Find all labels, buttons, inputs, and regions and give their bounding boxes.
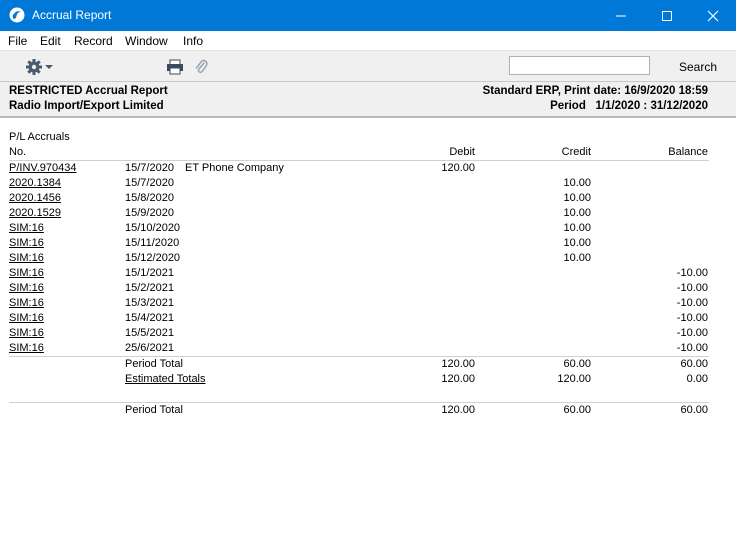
row-balance: -10.00 bbox=[676, 327, 708, 339]
row-number-link[interactable]: SIM:16 bbox=[9, 342, 44, 354]
row-date: 15/10/2020 bbox=[125, 222, 181, 234]
row-number-link[interactable]: 2020.1529 bbox=[9, 207, 61, 219]
period-total-credit: 60.00 bbox=[563, 358, 591, 370]
row-credit: 10.00 bbox=[563, 222, 591, 234]
row-date: 15/1/2021 bbox=[125, 267, 174, 279]
row-credit: 10.00 bbox=[563, 192, 591, 204]
period-total-debit: 120.00 bbox=[441, 358, 475, 370]
menu-edit[interactable]: Edit bbox=[40, 34, 61, 48]
company-name: Radio Import/Export Limited bbox=[9, 100, 164, 112]
print-info: Standard ERP, Print date: 16/9/2020 18:5… bbox=[482, 85, 708, 97]
period-label: Period bbox=[550, 100, 586, 112]
row-credit: 10.00 bbox=[563, 237, 591, 249]
subtotal-divider bbox=[9, 356, 709, 357]
close-icon bbox=[707, 10, 719, 22]
total-divider bbox=[9, 402, 709, 403]
report-title: RESTRICTED Accrual Report bbox=[9, 85, 168, 97]
grand-total-debit: 120.00 bbox=[441, 404, 475, 416]
toolbar: Search bbox=[0, 51, 736, 82]
row-balance: -10.00 bbox=[676, 282, 708, 294]
row-number-link[interactable]: SIM:16 bbox=[9, 267, 44, 279]
row-date: 15/7/2020 bbox=[125, 162, 174, 174]
gear-icon bbox=[26, 59, 53, 75]
minimize-button[interactable] bbox=[598, 0, 644, 31]
estimated-totals-balance: 0.00 bbox=[686, 373, 708, 385]
minimize-icon bbox=[616, 15, 626, 17]
row-date: 15/3/2021 bbox=[125, 297, 174, 309]
menu-bar: File Edit Record Window Info bbox=[0, 31, 736, 51]
grand-total-label: Period Total bbox=[125, 404, 183, 416]
row-debit: 120.00 bbox=[441, 162, 475, 174]
search-input[interactable] bbox=[509, 56, 650, 75]
column-header-debit: Debit bbox=[449, 146, 475, 158]
menu-info[interactable]: Info bbox=[183, 34, 203, 48]
row-date: 15/8/2020 bbox=[125, 192, 174, 204]
attach-button[interactable] bbox=[194, 58, 208, 79]
row-date: 15/5/2021 bbox=[125, 327, 174, 339]
row-number-link[interactable]: SIM:16 bbox=[9, 312, 44, 324]
row-date: 15/7/2020 bbox=[125, 177, 174, 189]
column-header-credit: Credit bbox=[561, 146, 591, 158]
row-number-link[interactable]: SIM:16 bbox=[9, 297, 44, 309]
settings-menu-button[interactable] bbox=[25, 58, 55, 79]
search-button[interactable]: Search bbox=[679, 60, 717, 74]
window-titlebar[interactable]: Accrual Report bbox=[0, 0, 736, 31]
row-balance: -10.00 bbox=[676, 267, 708, 279]
row-credit: 10.00 bbox=[563, 207, 591, 219]
row-credit: 10.00 bbox=[563, 177, 591, 189]
printer-icon bbox=[167, 59, 183, 75]
print-button[interactable] bbox=[166, 59, 184, 78]
row-date: 15/11/2020 bbox=[125, 237, 180, 249]
period-total-balance: 60.00 bbox=[680, 358, 708, 370]
period-line: Period 1/1/2020 : 31/12/2020 bbox=[550, 100, 708, 112]
row-date: 15/12/2020 bbox=[125, 252, 181, 264]
grand-total-credit: 60.00 bbox=[563, 404, 591, 416]
row-number-link[interactable]: SIM:16 bbox=[9, 252, 44, 264]
column-header-no: No. bbox=[9, 146, 27, 158]
row-date: 15/4/2021 bbox=[125, 312, 174, 324]
row-number-link[interactable]: 2020.1384 bbox=[9, 177, 61, 189]
row-number-link[interactable]: SIM:16 bbox=[9, 282, 44, 294]
row-number-link[interactable]: SIM:16 bbox=[9, 327, 44, 339]
row-date: 15/2/2021 bbox=[125, 282, 174, 294]
grand-total-balance: 60.00 bbox=[680, 404, 708, 416]
maximize-icon bbox=[662, 11, 672, 21]
estimated-totals-link[interactable]: Estimated Totals bbox=[125, 373, 206, 385]
period-value: 1/1/2020 : 31/12/2020 bbox=[595, 100, 708, 112]
report-body: P/L Accruals No. Debit Credit Balance P/… bbox=[0, 121, 736, 554]
row-balance: -10.00 bbox=[676, 312, 708, 324]
row-credit: 10.00 bbox=[563, 252, 591, 264]
row-date: 25/6/2021 bbox=[125, 342, 174, 354]
menu-file[interactable]: File bbox=[8, 34, 27, 48]
row-number-link[interactable]: 2020.1456 bbox=[9, 192, 61, 204]
column-header-balance: Balance bbox=[668, 146, 708, 158]
close-button[interactable] bbox=[690, 0, 736, 31]
maximize-button[interactable] bbox=[644, 0, 690, 31]
header-divider bbox=[9, 160, 709, 161]
row-balance: -10.00 bbox=[676, 342, 708, 354]
estimated-totals-credit: 120.00 bbox=[557, 373, 591, 385]
section-title: P/L Accruals bbox=[9, 131, 70, 143]
row-number-link[interactable]: SIM:16 bbox=[9, 237, 44, 249]
row-date: 15/9/2020 bbox=[125, 207, 174, 219]
period-total-label: Period Total bbox=[125, 358, 183, 370]
menu-record[interactable]: Record bbox=[74, 34, 113, 48]
row-description: ET Phone Company bbox=[185, 162, 284, 174]
row-balance: -10.00 bbox=[676, 297, 708, 309]
menu-window[interactable]: Window bbox=[125, 34, 168, 48]
paperclip-icon bbox=[195, 59, 208, 74]
report-header: RESTRICTED Accrual Report Radio Import/E… bbox=[0, 82, 736, 118]
window-title: Accrual Report bbox=[32, 8, 112, 22]
app-logo-icon bbox=[9, 7, 25, 23]
row-number-link[interactable]: SIM:16 bbox=[9, 222, 44, 234]
row-number-link[interactable]: P/INV.970434 bbox=[9, 162, 76, 174]
estimated-totals-debit: 120.00 bbox=[441, 373, 475, 385]
